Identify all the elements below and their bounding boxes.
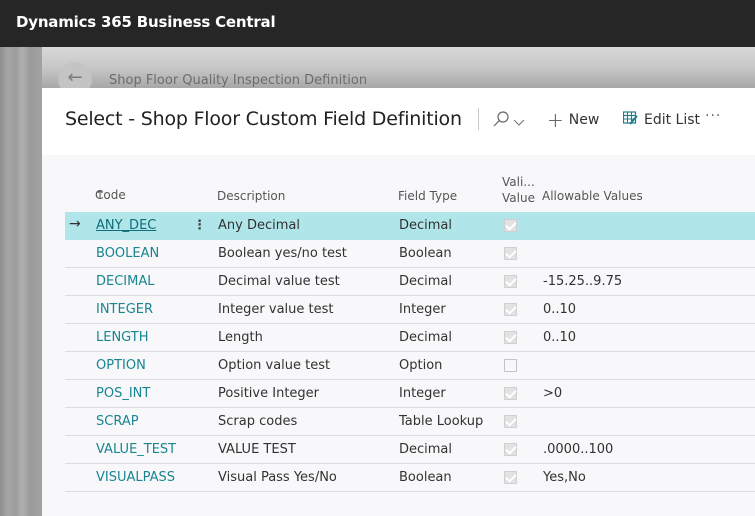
search-button[interactable] [489,108,531,132]
description-cell: Any Decimal [218,218,300,233]
lookup-dialog: Select - Shop Floor Custom Field Definit… [42,88,755,516]
field-type-cell: Decimal [399,330,453,345]
field-type-cell: Option [399,358,443,373]
validate-value-checkbox[interactable] [504,471,517,484]
validate-value-checkbox[interactable] [504,387,517,400]
plus-icon: + [547,108,564,132]
field-type-cell: Table Lookup [399,414,484,429]
dialog-title: Select - Shop Floor Custom Field Definit… [65,108,462,130]
edit-list-button[interactable]: Edit List [622,109,701,131]
field-type-cell: Decimal [399,218,453,233]
code-link[interactable]: POS_INT [96,386,150,401]
code-link[interactable]: VALUE_TEST [96,442,176,457]
field-type-cell: Decimal [399,274,453,289]
field-type-cell: Integer [399,386,446,401]
app-top-bar: Dynamics 365 Business Central [0,0,755,47]
code-link[interactable]: LENGTH [96,330,149,345]
column-header-validate-line2: Value [502,191,535,205]
column-header-allowable-values[interactable]: Allowable Values [542,189,643,203]
description-cell: Visual Pass Yes/No [218,470,337,485]
table-row[interactable]: POS_INT Positive Integer Integer >0 [65,380,755,408]
app-title: Dynamics 365 Business Central [16,13,276,31]
field-type-cell: Integer [399,302,446,317]
edit-list-label: Edit List [644,112,701,128]
field-type-cell: Decimal [399,442,453,457]
table-row[interactable]: LENGTH Length Decimal 0..10 [65,324,755,352]
code-link[interactable]: BOOLEAN [96,246,159,261]
description-cell: Boolean yes/no test [218,246,347,261]
description-cell: Decimal value test [218,274,340,289]
column-header-field-type[interactable]: Field Type [398,189,457,203]
column-header-description[interactable]: Description [217,189,285,203]
allowable-values-cell: 0..10 [543,302,577,317]
background-nav-strip [0,47,42,516]
table-row[interactable]: OPTION Option value test Option [65,352,755,380]
code-link[interactable]: DECIMAL [96,274,155,289]
description-cell: Option value test [218,358,331,373]
validate-value-checkbox[interactable] [504,443,517,456]
list-body: → ANY_DEC ⋮ Any Decimal Decimal BOOLEAN Boolea… [65,212,755,492]
new-button-label: New [568,112,600,128]
table-row[interactable]: → ANY_DEC ⋮ Any Decimal Decimal [65,212,755,240]
validate-value-checkbox[interactable] [504,331,517,344]
validate-value-checkbox[interactable] [504,275,517,288]
sort-ascending-icon: ↑ [95,188,106,202]
table-row[interactable]: VISUALPASS Visual Pass Yes/No Boolean Yes,N… [65,464,755,492]
code-link[interactable]: ANY_DEC [96,218,156,233]
search-icon [492,110,510,132]
field-type-cell: Boolean [399,470,452,485]
more-options-button[interactable]: ··· [705,108,721,124]
description-cell: Scrap codes [218,414,298,429]
description-cell: Integer value test [218,302,334,317]
background-page-title: Shop Floor Quality Inspection Definition [109,73,368,88]
edit-list-icon [622,111,638,129]
allowable-values-cell: Yes,No [543,470,586,485]
validate-value-checkbox[interactable] [504,359,517,372]
code-link[interactable]: SCRAP [96,414,139,429]
column-header-validate-line1: Vali... [502,175,535,189]
dialog-header: Select - Shop Floor Custom Field Definit… [42,88,755,155]
new-button[interactable]: + New [547,109,599,131]
validate-value-checkbox[interactable] [504,303,517,316]
allowable-values-cell: >0 [543,386,563,401]
row-actions-menu-icon[interactable]: ⋮ [193,218,206,233]
table-row[interactable]: SCRAP Scrap codes Table Lookup [65,408,755,436]
allowable-values-cell: -15.25..9.75 [543,274,623,289]
validate-value-checkbox[interactable] [504,247,517,260]
code-link[interactable]: INTEGER [96,302,153,317]
description-cell: VALUE TEST [218,442,296,457]
validate-value-checkbox[interactable] [504,415,517,428]
field-definition-list: Code ↑ Description Field Type Vali... Val… [65,172,755,492]
allowable-values-cell: 0..10 [543,330,577,345]
header-divider [478,108,479,130]
current-row-arrow-icon: → [69,216,81,232]
field-type-cell: Boolean [399,246,452,261]
column-header-validate-value[interactable]: Vali... Value [488,174,535,205]
code-link[interactable]: OPTION [96,358,146,373]
description-cell: Positive Integer [218,386,320,401]
description-cell: Length [218,330,263,345]
list-header: Code ↑ Description Field Type Vali... Val… [65,172,755,212]
validate-value-checkbox[interactable] [504,219,517,232]
allowable-values-cell: .0000..100 [543,442,614,457]
table-row[interactable]: DECIMAL Decimal value test Decimal -15.25..… [65,268,755,296]
table-row[interactable]: VALUE_TEST VALUE TEST Decimal .0000..100 [65,436,755,464]
chevron-down-icon [513,113,525,131]
table-row[interactable]: INTEGER Integer value test Integer 0..10 [65,296,755,324]
table-row[interactable]: BOOLEAN Boolean yes/no test Boolean [65,240,755,268]
code-link[interactable]: VISUALPASS [96,470,175,485]
